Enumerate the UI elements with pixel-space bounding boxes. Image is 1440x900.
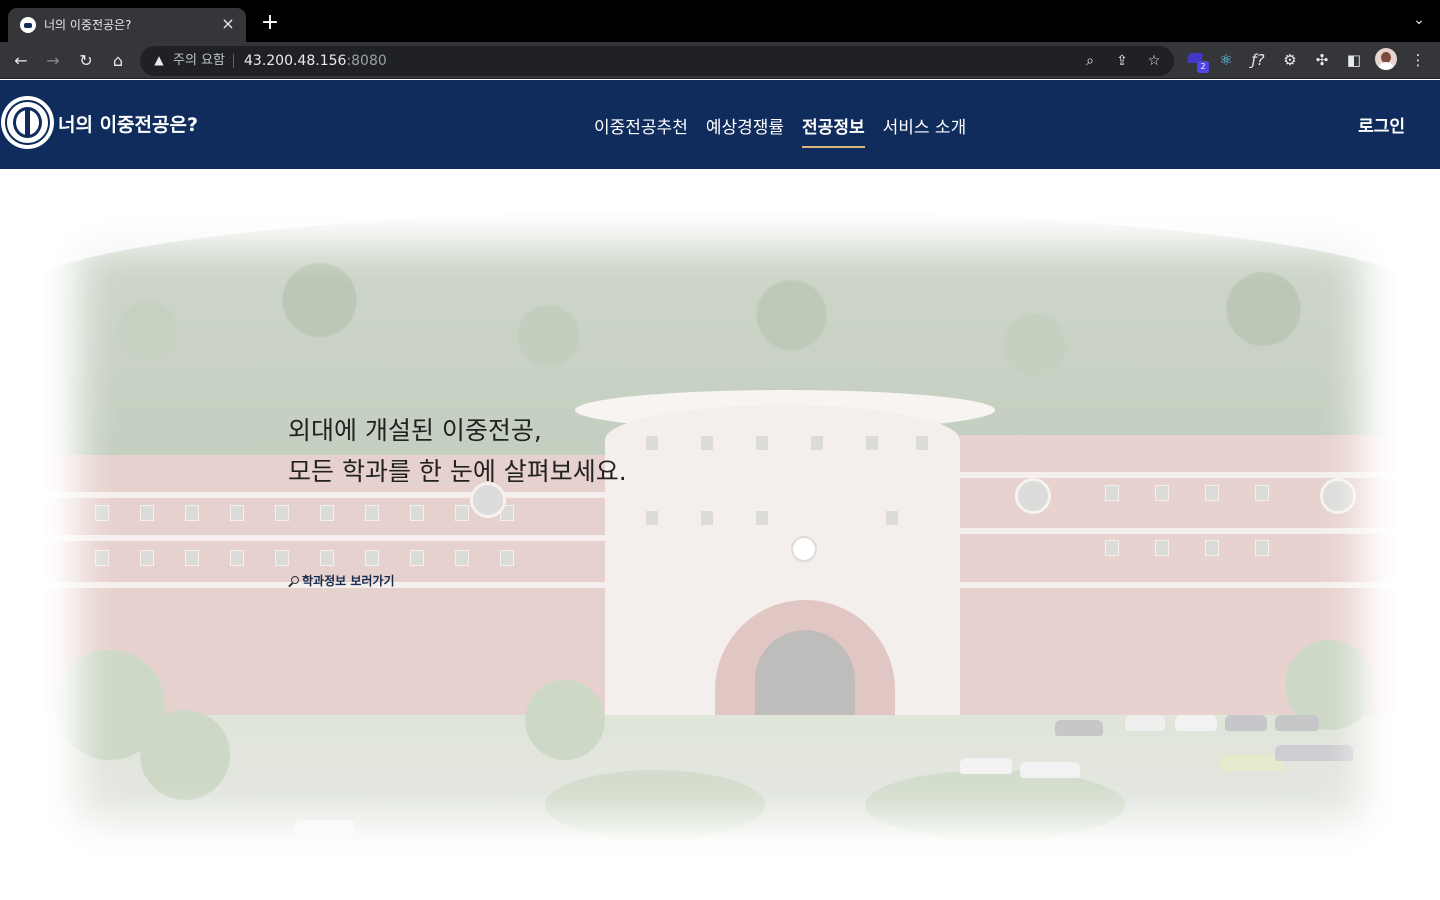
browser-tab[interactable]: 너의 이중전공은? × <box>8 8 246 42</box>
gear-icon[interactable]: ⚙ <box>1279 49 1301 71</box>
login-button[interactable]: 로그인 <box>1358 115 1405 139</box>
puzzle-icon[interactable]: ✣ <box>1311 49 1333 71</box>
nav-item-recommend[interactable]: 이중전공추천 <box>594 116 688 144</box>
url-host: 43.200.48.156 <box>244 53 347 69</box>
hero-vignette <box>45 210 1395 855</box>
home-icon[interactable]: ⌂ <box>106 49 130 73</box>
hero-headline-line-1: 외대에 개설된 이중전공, <box>288 416 542 445</box>
back-icon[interactable]: ← <box>9 49 33 73</box>
formula-icon[interactable]: ƒ? <box>1247 49 1269 71</box>
close-tab-icon[interactable]: × <box>218 14 238 34</box>
url-text[interactable]: 43.200.48.156:8080 <box>244 52 387 70</box>
profile-avatar[interactable] <box>1375 48 1397 70</box>
address-divider <box>233 54 234 68</box>
main-nav: 이중전공추천 예상경쟁률 전공정보 서비스 소개 <box>594 116 967 148</box>
address-bar[interactable]: ▲ 주의 요함 43.200.48.156:8080 ⌕ ⇪ ☆ <box>140 46 1174 76</box>
site-brand[interactable]: 너의 이중전공은? <box>58 112 198 138</box>
tab-search-chevron-icon[interactable]: ⌄ <box>1410 12 1428 30</box>
hero-headline-line-2: 모든 학과를 한 눈에 살펴보세요. <box>288 457 627 486</box>
nav-item-about[interactable]: 서비스 소개 <box>883 116 967 144</box>
major-info-link[interactable]: 학과정보 보러가기 <box>288 572 395 590</box>
tab-title: 너의 이중전공은? <box>44 18 132 32</box>
reload-icon[interactable]: ↻ <box>74 49 98 73</box>
nav-item-competition[interactable]: 예상경쟁률 <box>706 116 784 144</box>
major-info-link-label: 학과정보 보러가기 <box>302 574 395 588</box>
zoom-icon[interactable]: ⌕ <box>1079 50 1101 72</box>
warning-icon[interactable]: ▲ <box>151 52 167 68</box>
react-icon[interactable]: ⚛ <box>1215 49 1237 71</box>
extension-purple-icon[interactable]: 2 <box>1185 49 1209 73</box>
browser-toolbar: ← → ↻ ⌂ ▲ 주의 요함 43.200.48.156:8080 ⌕ ⇪ ☆… <box>0 42 1440 79</box>
url-port: :8080 <box>346 53 387 69</box>
hero-headline: 외대에 개설된 이중전공, 모든 학과를 한 눈에 살펴보세요. <box>288 410 627 492</box>
security-warning-label[interactable]: 주의 요함 <box>173 52 225 70</box>
menu-icon[interactable]: ⋮ <box>1407 49 1429 71</box>
nav-item-major-info[interactable]: 전공정보 <box>802 116 865 148</box>
forward-icon[interactable]: → <box>41 49 65 73</box>
search-icon <box>288 575 300 587</box>
site-favicon-icon <box>20 17 36 33</box>
share-icon[interactable]: ⇪ <box>1111 50 1133 72</box>
university-logo-icon[interactable] <box>1 96 54 149</box>
site-header: 너의 이중전공은? 이중전공추천 예상경쟁률 전공정보 서비스 소개 로그인 <box>0 80 1440 169</box>
sidepanel-icon[interactable]: ◧ <box>1343 49 1365 71</box>
extension-badge: 2 <box>1197 61 1209 73</box>
browser-tab-bar: 너의 이중전공은? × + ⌄ <box>0 0 1440 42</box>
new-tab-button[interactable]: + <box>258 12 282 36</box>
star-icon[interactable]: ☆ <box>1143 50 1165 72</box>
hero-campus-image <box>45 210 1395 855</box>
